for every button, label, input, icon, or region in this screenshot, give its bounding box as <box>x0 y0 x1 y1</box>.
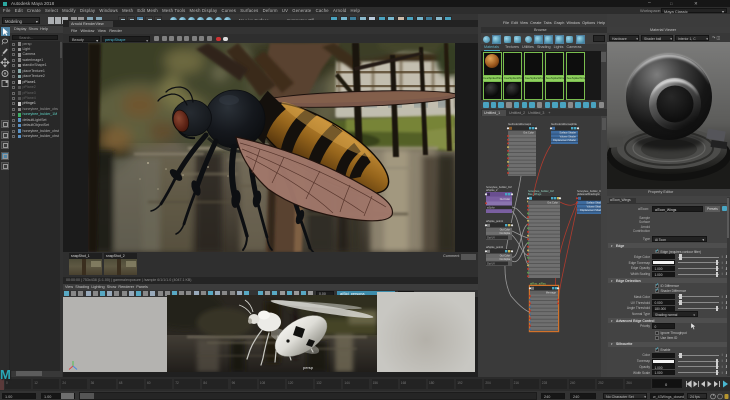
svg-text:pMaterialShadingGr: pMaterialShadingGr <box>577 192 600 196</box>
svg-text:aiSpike: aiSpike <box>487 206 496 209</box>
svg-text:Bee_Wings: Bee_Wings <box>528 192 542 196</box>
svg-text:Out UV: Out UV <box>487 262 495 265</box>
svg-text:GelColorsRemap1: GelColorsRemap1 <box>508 122 531 126</box>
svg-text:Displacement Shader: Displacement Shader <box>553 139 576 142</box>
svg-text:Volume Shader: Volume Shader <box>560 135 577 138</box>
svg-text:aiSpike_point1: aiSpike_point1 <box>486 219 504 223</box>
svg-text:Out Color: Out Color <box>547 201 558 204</box>
svg-text:aiSpike_point2: aiSpike_point2 <box>486 245 504 249</box>
svg-text:Message: Message <box>546 291 557 294</box>
svg-text:Out Color: Out Color <box>500 198 510 201</box>
svg-text:Out Alpha: Out Alpha <box>500 232 511 235</box>
svg-text:Out Alpha: Out Alpha <box>500 258 511 261</box>
svg-text:Displacement Shader: Displacement Shader <box>580 209 603 212</box>
svg-text:Out UV: Out UV <box>487 236 495 239</box>
svg-text:Out Color: Out Color <box>500 254 510 257</box>
svg-text:GelColorsRemapFile: GelColorsRemapFile <box>551 122 577 126</box>
svg-text:aiSpike_2: aiSpike_2 <box>486 188 498 192</box>
svg-text:Surface Shader: Surface Shader <box>559 132 576 135</box>
svg-text:Out Color: Out Color <box>523 131 534 134</box>
svg-text:Out Color: Out Color <box>500 228 510 231</box>
